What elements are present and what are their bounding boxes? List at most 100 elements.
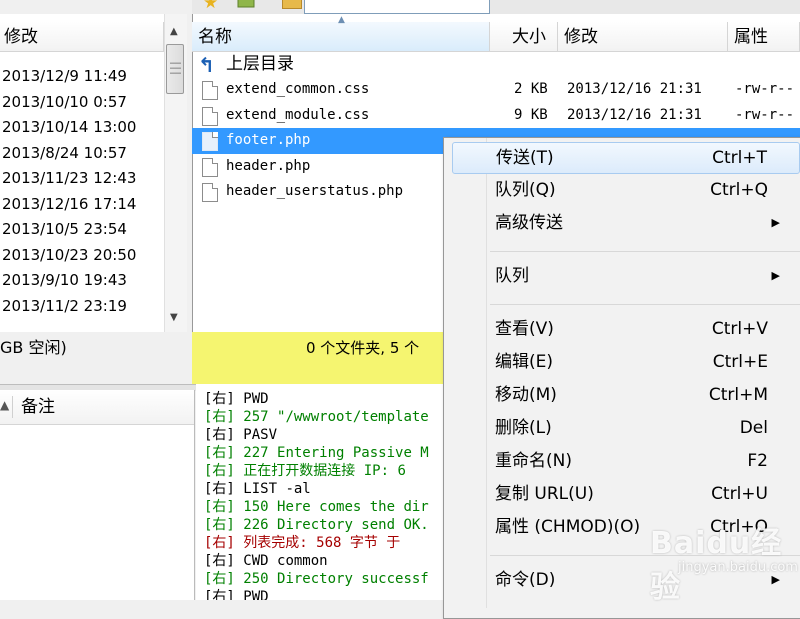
remote-file-row[interactable]: extend_module.css 9 KB 2013/12/16 21:31 -rw… (192, 103, 800, 129)
menu-item[interactable]: 删除(L) Del (452, 413, 800, 443)
local-file-row[interactable]: 2013/11/23 12:43 (0, 166, 164, 192)
folder-icon[interactable] (282, 0, 302, 9)
expand-icon[interactable]: ▲ (0, 398, 9, 412)
local-file-row[interactable]: 2013/9/10 19:43 (0, 268, 164, 294)
log-tag: [右] (204, 517, 235, 533)
file-permissions: -rw-r-- (735, 81, 795, 97)
menu-item-shortcut: Ctrl+U (711, 484, 768, 504)
log-text: 列表完成: 568 字节 于 (243, 535, 401, 551)
log-line: [右] 正在打开数据连接 IP: 6 (204, 462, 406, 480)
log-text: 227 Entering Passive M (243, 445, 429, 461)
local-file-row[interactable]: 2013/10/10 0:57 (0, 90, 164, 116)
file-modified: 2013/12/16 21:31 (567, 81, 702, 97)
log-line: [右] 257 "/wwwroot/template (204, 408, 429, 426)
menu-item-label: 队列 (495, 266, 529, 286)
menu-item[interactable]: 重命名(N) F2 (452, 446, 800, 476)
log-tag: [右] (204, 409, 235, 425)
watermark-url: jingyan.baidu.com (678, 560, 798, 575)
star-icon[interactable]: ★ (203, 0, 218, 12)
local-column-modified[interactable]: 修改 (0, 22, 164, 52)
log-text: PASV (243, 427, 278, 443)
menu-item-shortcut: Del (739, 418, 768, 438)
remote-path-input[interactable] (304, 0, 490, 14)
column-separator (12, 396, 13, 418)
file-icon (202, 157, 218, 177)
grip-icon: ― ― ― (170, 56, 181, 79)
sort-ascending-icon: ▲ (338, 15, 345, 25)
log-line: [右] 227 Entering Passive M (204, 444, 429, 462)
local-file-row[interactable]: 2013/8/24 10:57 (0, 141, 164, 167)
log-line: [右] LIST -al (204, 480, 311, 498)
menu-item-shortcut: F2 (747, 451, 768, 471)
menu-item[interactable]: 传送(T) Ctrl+T (452, 142, 800, 174)
menu-item-label: 查看(V) (495, 319, 554, 339)
column-attributes[interactable]: 属性 (728, 22, 800, 52)
parent-directory-label: 上层目录 (226, 54, 294, 74)
scroll-down-icon[interactable]: ▼ (170, 312, 178, 323)
column-modified[interactable]: 修改 (558, 22, 728, 52)
menu-item-shortcut: Ctrl+V (711, 319, 768, 339)
menu-item[interactable]: 队列(Q) Ctrl+Q (452, 175, 800, 205)
column-note[interactable]: 备注 (21, 390, 55, 424)
menu-item[interactable]: 编辑(E) Ctrl+E (452, 347, 800, 377)
local-file-row[interactable]: 2013/12/16 17:14 (0, 192, 164, 218)
menu-item-shortcut: Ctrl+E (712, 352, 768, 372)
menu-separator (490, 304, 800, 305)
log-tag: [右] (204, 535, 235, 551)
menu-item[interactable]: 高级传送 ▶ (452, 208, 800, 238)
parent-directory-row[interactable]: ↰ 上层目录 (192, 52, 800, 78)
file-name: extend_common.css (226, 81, 370, 97)
menu-item-label: 编辑(E) (495, 352, 554, 372)
menu-item-label: 属性 (CHMOD)(O) (495, 517, 641, 537)
local-file-row[interactable]: 2013/11/2 23:19 (0, 294, 164, 320)
menu-item[interactable]: 移动(M) Ctrl+M (452, 380, 800, 410)
log-line: [右] 150 Here comes the dir (204, 498, 429, 516)
scroll-up-icon[interactable]: ▲ (170, 26, 178, 37)
log-text: 150 Here comes the dir (243, 499, 429, 515)
menu-item[interactable]: 复制 URL(U) Ctrl+U (452, 479, 800, 509)
file-icon (202, 81, 218, 100)
column-size[interactable]: 大小 (490, 22, 558, 52)
menu-item-shortcut: Ctrl+T (712, 148, 767, 168)
log-text: PWD (243, 589, 269, 600)
log-line: [右] 列表完成: 568 字节 于 (204, 534, 400, 552)
file-name: extend_module.css (226, 106, 370, 123)
log-tag: [右] (204, 481, 235, 497)
log-line: [右] 250 Directory successf (204, 570, 429, 588)
local-file-row[interactable]: 2013/10/14 13:00 (0, 115, 164, 141)
log-tag: [右] (204, 553, 235, 569)
remote-file-row[interactable]: extend_common.css 2 KB 2013/12/16 21:31 -rw… (192, 77, 800, 103)
file-size: 9 KB (514, 106, 548, 123)
log-line: [右] PWD (204, 390, 269, 408)
file-permissions: -rw-r-- (735, 106, 795, 123)
menu-item[interactable]: 队列 ▶ (452, 261, 800, 291)
local-file-list: 2013/12/9 11:49 2013/10/10 0:57 2013/10/14… (0, 64, 164, 319)
menu-item-shortcut: Ctrl+M (708, 385, 768, 405)
submenu-arrow-icon: ▶ (771, 269, 780, 282)
log-text: 250 Directory successf (243, 571, 429, 587)
file-icon (202, 183, 218, 202)
menu-item-label: 移动(M) (495, 385, 557, 405)
log-text: 正在打开数据连接 IP: 6 (243, 463, 406, 479)
log-tag: [右] (204, 589, 235, 600)
local-file-row[interactable]: 2013/10/23 20:50 (0, 243, 164, 269)
local-file-row[interactable]: 2013/10/5 23:54 (0, 217, 164, 243)
menu-item-label: 命令(D) (495, 570, 556, 590)
file-modified: 2013/12/16 21:31 (567, 106, 702, 123)
log-text: 257 "/wwwroot/template (243, 409, 429, 425)
menu-item-label: 删除(L) (495, 418, 552, 438)
log-text: PWD (243, 391, 269, 407)
folder-nav-icon[interactable] (236, 0, 256, 9)
local-file-row[interactable]: 2013/12/9 11:49 (0, 64, 164, 90)
column-name[interactable]: 名称 (192, 22, 490, 52)
file-name: footer.php (226, 132, 311, 148)
log-tag: [右] (204, 427, 235, 443)
log-text: LIST -al (243, 481, 311, 497)
menu-separator (490, 251, 800, 252)
submenu-arrow-icon: ▶ (771, 216, 780, 229)
remote-column-header: 名称 大小 修改 属性 (192, 22, 800, 52)
menu-item-label: 高级传送 (495, 213, 563, 233)
log-tag: [右] (204, 463, 235, 479)
baidu-watermark: Baidu经验 jingyan.baidu.com (650, 518, 800, 605)
menu-item[interactable]: 查看(V) Ctrl+V (452, 314, 800, 344)
